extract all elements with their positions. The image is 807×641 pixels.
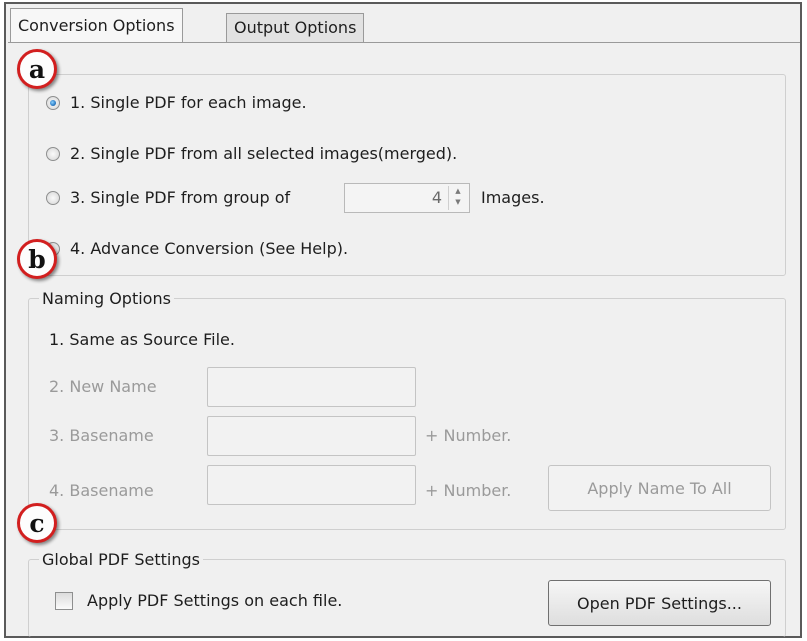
new-name-label: 2. New Name — [49, 377, 157, 396]
tab-conversion-options-label: Conversion Options — [18, 15, 175, 35]
basename4-suffix-row: + Number. — [425, 481, 511, 501]
group-count-value: 4 — [431, 188, 442, 207]
tab-output-options[interactable]: Output Options — [226, 13, 365, 42]
group-suffix-label: Images. — [481, 188, 545, 207]
new-name-row: 2. New Name — [49, 377, 157, 397]
apply-name-to-all-button[interactable]: Apply Name To All — [548, 465, 771, 511]
radio-option-4[interactable]: 4. Advance Conversion (See Help). — [46, 239, 348, 259]
global-pdf-settings-legend: Global PDF Settings — [39, 550, 204, 570]
annotation-badge-a: a — [17, 49, 57, 89]
naming-options-legend: Naming Options — [39, 289, 174, 309]
basename4-number-label: + Number. — [425, 481, 512, 500]
basename3-suffix-row: + Number. — [425, 426, 511, 446]
radio-option-4-label: 4. Advance Conversion (See Help). — [70, 239, 349, 258]
basename4-row: 4. Basename — [49, 481, 154, 501]
annotation-badge-c: c — [17, 503, 57, 543]
tab-conversion-options[interactable]: Conversion Options — [10, 8, 183, 42]
annotation-c-label: c — [29, 508, 45, 538]
apply-pdf-settings-row[interactable]: Apply PDF Settings on each file. — [55, 591, 342, 611]
radio-option-2-label: 2. Single PDF from all selected images(m… — [70, 144, 458, 163]
radio-button[interactable] — [46, 191, 60, 205]
tab-strip-divider — [8, 42, 800, 43]
apply-pdf-settings-checkbox[interactable] — [55, 592, 73, 610]
tab-output-options-label: Output Options — [234, 18, 357, 37]
same-as-source-label: 1. Same as Source File. — [49, 330, 235, 349]
open-pdf-settings-button[interactable]: Open PDF Settings... — [548, 580, 771, 626]
basename3-label: 3. Basename — [49, 426, 154, 445]
annotation-badge-b: b — [17, 239, 57, 279]
spinner-up-icon[interactable]: ▲ — [449, 186, 467, 197]
group-suffix-row: Images. — [481, 188, 545, 208]
basename3-number-label: + Number. — [425, 426, 512, 445]
basename4-label: 4. Basename — [49, 481, 154, 500]
annotation-a-label: a — [28, 54, 46, 84]
naming-same-source-row: 1. Same as Source File. — [49, 330, 235, 350]
spinner-buttons[interactable]: ▲ ▼ — [448, 186, 467, 210]
radio-option-1[interactable]: 1. Single PDF for each image. — [46, 93, 307, 113]
annotation-b-label: b — [28, 244, 46, 274]
basename4-input[interactable] — [207, 465, 416, 505]
basename3-row: 3. Basename — [49, 426, 154, 446]
spinner-down-icon[interactable]: ▼ — [449, 197, 467, 208]
radio-option-3[interactable]: 3. Single PDF from group of — [46, 188, 290, 208]
radio-button[interactable] — [46, 147, 60, 161]
radio-button-selected[interactable] — [46, 96, 60, 110]
radio-option-2[interactable]: 2. Single PDF from all selected images(m… — [46, 144, 457, 164]
apply-pdf-settings-label: Apply PDF Settings on each file. — [87, 591, 343, 610]
radio-option-3-label: 3. Single PDF from group of — [70, 188, 291, 207]
basename3-input[interactable] — [207, 416, 416, 456]
group-count-spinner[interactable]: 4 ▲ ▼ — [344, 183, 470, 213]
open-pdf-settings-label: Open PDF Settings... — [577, 593, 742, 613]
radio-option-1-label: 1. Single PDF for each image. — [70, 93, 307, 112]
new-name-input[interactable] — [207, 367, 416, 407]
apply-name-to-all-label: Apply Name To All — [587, 478, 732, 498]
